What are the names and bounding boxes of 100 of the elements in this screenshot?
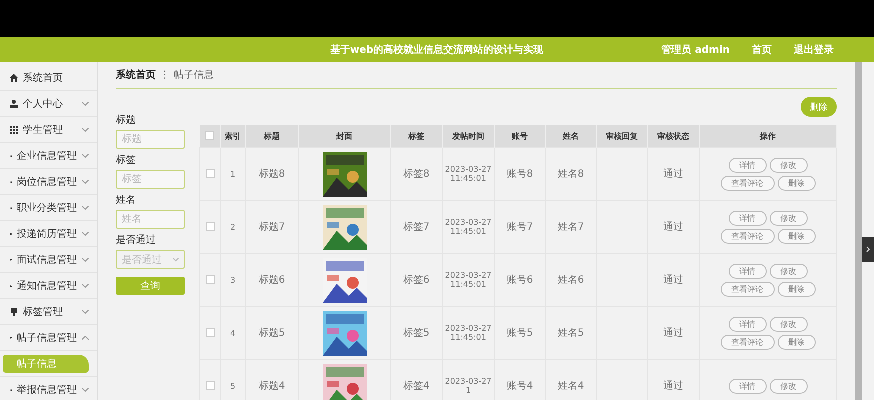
sidebar-item-label: 帖子信息管理 xyxy=(17,332,77,344)
field-label: 是否通过 xyxy=(116,234,157,247)
sidebar-item-label: 投递简历管理 xyxy=(17,228,77,240)
action-button[interactable]: 删除 xyxy=(778,228,816,244)
action-button[interactable]: 修改 xyxy=(770,210,808,226)
chevron-down-icon xyxy=(173,258,179,262)
action-button[interactable]: 修改 xyxy=(770,158,808,172)
action-button[interactable]: 删除 xyxy=(778,282,816,296)
field-label: 姓名 xyxy=(116,194,137,207)
table-cell: 标题6 xyxy=(258,275,286,286)
scrollbar[interactable] xyxy=(855,62,862,400)
checkbox[interactable] xyxy=(206,274,214,284)
input-field[interactable]: 姓名 xyxy=(116,210,185,229)
action-button[interactable]: 详情 xyxy=(728,264,766,278)
action-button[interactable]: 查看评论 xyxy=(720,282,774,296)
table-cell: 账号7 xyxy=(506,222,534,233)
header-link[interactable]: 退出登录 xyxy=(794,42,834,56)
column-header: 封面 xyxy=(298,125,390,148)
table-cell: 标签5 xyxy=(403,328,430,339)
breadcrumb-separator: ⋮ xyxy=(160,70,170,80)
sidebar-item[interactable]: 举报信息管理 xyxy=(0,377,97,400)
breadcrumb-item[interactable]: 帖子信息 xyxy=(174,68,214,82)
table-cell: 账号4 xyxy=(506,381,534,392)
breadcrumb-item[interactable]: 系统首页 xyxy=(116,68,156,82)
sidebar-item-label: 职业分类管理 xyxy=(17,202,77,214)
table-cell: 1 xyxy=(230,170,236,178)
user-icon xyxy=(10,100,18,108)
header-link[interactable]: 管理员 admin xyxy=(662,42,730,56)
column-header: 账号 xyxy=(494,125,546,148)
sidebar-item-label: 企业信息管理 xyxy=(17,150,77,162)
checkbox[interactable] xyxy=(206,380,214,390)
checkbox[interactable] xyxy=(205,130,214,140)
column-header: 审核回复 xyxy=(596,125,648,148)
table-cell: 姓名5 xyxy=(558,328,584,339)
table-cell: 账号6 xyxy=(506,275,534,286)
table-cell: 姓名7 xyxy=(558,222,584,233)
table-cell: 2023-03-27 1 xyxy=(445,377,492,395)
grid-icon xyxy=(10,126,18,134)
search-button[interactable]: 查询 xyxy=(116,277,185,295)
action-button[interactable]: 修改 xyxy=(770,264,808,278)
table-cell: 姓名4 xyxy=(558,381,584,392)
sidebar-item[interactable]: 帖子信息管理 xyxy=(0,325,97,351)
sidebar-item[interactable]: 投递简历管理 xyxy=(0,221,97,247)
action-button[interactable]: 详情 xyxy=(728,316,766,332)
sidebar-item[interactable]: 标签管理 xyxy=(0,299,97,325)
action-button[interactable]: 查看评论 xyxy=(720,334,774,350)
action-button[interactable]: 查看评论 xyxy=(720,176,774,190)
table-cell: 标题8 xyxy=(258,169,286,180)
sidebar-item-label: 系统首页 xyxy=(23,72,63,84)
table-cell: 2 xyxy=(230,222,236,232)
action-button[interactable]: 详情 xyxy=(728,158,766,172)
table-cell: 2023-03-27 11:45:01 xyxy=(445,165,492,183)
action-button[interactable]: 修改 xyxy=(770,378,808,394)
sidebar-item[interactable]: 系统首页 xyxy=(0,65,97,91)
field-label: 标签 xyxy=(116,154,137,167)
table-cell: 姓名6 xyxy=(558,275,584,286)
column-header: 标签 xyxy=(390,125,442,148)
sidebar-item[interactable]: 岗位信息管理 xyxy=(0,169,97,195)
table-cell: 标题5 xyxy=(258,328,286,339)
table-cell: 账号5 xyxy=(506,328,534,339)
sidebar-item-label: 个人中心 xyxy=(23,98,63,110)
tag-icon xyxy=(10,308,18,316)
table-cell: 标签4 xyxy=(403,381,430,392)
checkbox[interactable] xyxy=(206,168,214,178)
header-link[interactable]: 首页 xyxy=(752,42,772,56)
action-button[interactable]: 详情 xyxy=(728,378,766,394)
sidebar-item-label: 举报信息管理 xyxy=(17,384,77,396)
sidebar-item[interactable]: 学生管理 xyxy=(0,117,97,143)
action-button[interactable]: 查看评论 xyxy=(720,228,774,244)
input-field[interactable]: 标题 xyxy=(116,130,185,149)
table-cell: 通过 xyxy=(664,275,684,286)
action-button[interactable]: 删除 xyxy=(778,334,816,350)
action-button[interactable]: 修改 xyxy=(770,316,808,332)
sidebar-item[interactable]: 个人中心 xyxy=(0,91,97,117)
table-cell: 标签6 xyxy=(403,275,430,286)
sidebar-item-label: 岗位信息管理 xyxy=(17,176,77,188)
action-button[interactable]: 删除 xyxy=(778,176,816,190)
input-field[interactable]: 标签 xyxy=(116,170,185,189)
sidebar-item[interactable]: 企业信息管理 xyxy=(0,143,97,169)
column-header: 发帖时间 xyxy=(442,125,494,148)
sidebar-item[interactable]: 职业分类管理 xyxy=(0,195,97,221)
sidebar-subitem[interactable]: 帖子信息 xyxy=(3,354,89,372)
sidebar-item-label: 面试信息管理 xyxy=(17,254,77,266)
checkbox[interactable] xyxy=(206,222,214,230)
table-cell: 2023-03-27 11:45:01 xyxy=(445,218,492,236)
sidebar-item[interactable]: 面试信息管理 xyxy=(0,247,97,273)
column-header: 索引 xyxy=(220,125,246,148)
site-title: 基于web的高校就业信息交流网站的设计与实现 xyxy=(330,43,544,56)
table-cell: 账号8 xyxy=(506,169,534,180)
sidebar-item[interactable]: 通知信息管理 xyxy=(0,273,97,299)
action-button[interactable]: 详情 xyxy=(728,210,766,226)
chevron-right-icon[interactable] xyxy=(862,237,874,262)
table-cell: 姓名8 xyxy=(558,169,584,180)
column-header: 审核状态 xyxy=(648,125,700,148)
table-cell: 通过 xyxy=(664,328,684,339)
field-label: 标题 xyxy=(116,114,137,127)
table-cell: 标题4 xyxy=(258,381,286,392)
delete-button[interactable]: 删除 xyxy=(801,97,837,117)
checkbox[interactable] xyxy=(206,328,214,336)
table-cell: 3 xyxy=(230,276,236,284)
